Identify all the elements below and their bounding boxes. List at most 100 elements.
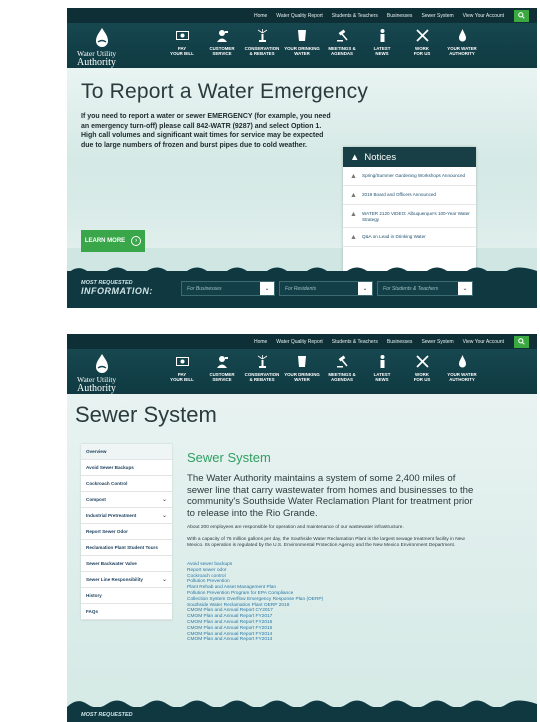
wave-divider [67,267,537,274]
nav-label: Work For Us [413,372,431,382]
top-link-students-teachers[interactable]: Students & Teachers [332,13,378,19]
nav-label: Meetings & Agendas [328,372,356,382]
most-requested-label: MOST REQUESTED [81,712,133,718]
chevron-down-icon: ⌄ [260,282,274,295]
notice-item[interactable]: ▲ 2019 Board and Officers Announced [343,186,476,205]
most-requested-bar: MOST REQUESTED [67,707,537,722]
sidebar-item-history[interactable]: History [81,588,172,604]
nav-customer-service[interactable]: Customer Service [202,349,242,382]
nav-conservation[interactable]: Conservation & Rebates [242,349,282,382]
logo-line-2: Authority [77,57,116,68]
sidebar-item-report-odor[interactable]: Report Sewer Odor [81,524,172,540]
chevron-down-icon: ⌄ [161,577,167,583]
sidebar-item-avoid-backups[interactable]: Avoid Sewer Backups [81,460,172,476]
nav-meetings[interactable]: Meetings & Agendas [322,349,362,382]
sidebar-item-line-responsibility[interactable]: Sewer Line Responsibility ⌄ [81,572,172,588]
resource-link[interactable]: CMOM Plan and Annual Report FY2013 [187,637,477,643]
nav-label: Your Drinking Water [284,372,320,382]
gavel-icon [336,29,348,41]
site-logo[interactable]: Water Utility Authority [67,349,157,394]
top-link-water-quality-report[interactable]: Water Quality Report [276,13,323,19]
news-icon [380,355,384,368]
select-value: For Students & Teachers [383,285,439,292]
tools-icon [415,354,429,368]
notice-item[interactable]: ▲ WATER 2120 VIDEO: Albuquerque's 100-Yea… [343,205,476,229]
nav-label: Your Drinking Water [284,46,320,56]
resource-links: Avoid sewer backups Report sewer odor Co… [187,562,477,643]
nav-work-for-us[interactable]: Work For Us [402,23,442,56]
money-icon [175,356,189,366]
sewer-main-content: Sewer System The Water Authority maintai… [187,450,477,643]
hero-title: To Report a Water Emergency [81,80,369,103]
top-link-home[interactable]: Home [254,13,267,19]
top-link-home[interactable]: Home [254,339,267,345]
tools-icon [415,28,429,42]
nav-latest-news[interactable]: Latest News [362,349,402,382]
nav-pay-bill[interactable]: Pay Your Bill [162,23,202,56]
sidebar-item-overview[interactable]: Overview [81,444,172,460]
site-header: Water Utility Authority Pay Your Bill Cu… [67,23,537,68]
main-nav: Pay Your Bill Customer Service Conservat… [162,349,482,382]
warning-icon: ▲ [350,151,360,163]
nav-pay-bill[interactable]: Pay Your Bill [162,349,202,382]
notice-item[interactable]: ▲ Q&A on Lead in Drinking Water [343,228,476,248]
notice-link[interactable]: 2019 Board and Officers Announced [362,192,436,199]
notice-item[interactable]: ▲ Spring/Summer Gardening Workshops Annou… [343,167,476,186]
sidebar-item-label: Cockroach Control [86,481,128,486]
top-link-water-quality-report[interactable]: Water Quality Report [276,339,323,345]
top-link-businesses[interactable]: Businesses [387,13,413,19]
nav-drinking-water[interactable]: Your Drinking Water [282,23,322,56]
capacity-paragraph: With a capacity of 76 million gallons pe… [187,537,465,548]
chevron-down-icon: ⌄ [161,513,167,519]
nav-customer-service[interactable]: Customer Service [202,23,242,56]
notice-link[interactable]: WATER 2120 VIDEO: Albuquerque's 100-Year… [362,211,470,222]
top-link-students-teachers[interactable]: Students & Teachers [332,339,378,345]
sidebar-item-cockroach-control[interactable]: Cockroach Control [81,476,172,492]
news-icon [380,29,384,42]
sidebar-item-label: Sewer Line Responsibility [86,577,143,582]
nav-drinking-water[interactable]: Your Drinking Water [282,349,322,382]
nav-work-for-us[interactable]: Work For Us [402,349,442,382]
learn-more-button[interactable]: LEARN MORE › [81,230,145,252]
top-link-view-account[interactable]: View Your Account [463,13,504,19]
warning-icon: ▲ [350,192,357,199]
sidebar-item-compost[interactable]: Compost ⌄ [81,492,172,508]
select-value: For Businesses [187,285,222,292]
notices-title: Notices [364,151,397,163]
search-button[interactable] [514,9,529,22]
home-page-screenshot: Home Water Quality Report Students & Tea… [67,8,537,308]
search-button[interactable] [514,335,529,348]
nav-label: Conservation & Rebates [244,46,280,56]
nav-water-authority[interactable]: Your Water Authority [442,23,482,56]
utility-bar: Home Water Quality Report Students & Tea… [67,334,537,349]
select-businesses[interactable]: For Businesses ⌄ [181,281,275,296]
notice-link[interactable]: Q&A on Lead in Drinking Water [362,234,426,241]
select-students-teachers[interactable]: For Students & Teachers ⌄ [377,281,473,296]
top-link-sewer-system[interactable]: Sewer System [421,13,453,19]
notices-header: ▲ Notices [343,147,476,167]
learn-more-label: LEARN MORE [84,238,126,244]
nav-latest-news[interactable]: Latest News [362,23,402,56]
nav-label: Customer Service [209,46,235,56]
hero-banner: To Report a Water Emergency If you need … [67,68,537,308]
nav-water-authority[interactable]: Your Water Authority [442,349,482,382]
top-link-sewer-system[interactable]: Sewer System [421,339,453,345]
most-requested-line-2: INFORMATION: [81,286,153,296]
nav-meetings[interactable]: Meetings & Agendas [322,23,362,56]
top-link-view-account[interactable]: View Your Account [463,339,504,345]
main-nav: Pay Your Bill Customer Service Conservat… [162,23,482,56]
select-residents[interactable]: For Residents ⌄ [279,281,373,296]
sidebar-item-backwater-valve[interactable]: Sewer Backwater Valve [81,556,172,572]
sidebar-item-industrial-pretreatment[interactable]: Industrial Pretreatment ⌄ [81,508,172,524]
nav-conservation[interactable]: Conservation & Rebates [242,23,282,56]
chevron-down-icon: ⌄ [458,282,472,295]
sidebar-item-faqs[interactable]: FAQs [81,604,172,620]
gavel-icon [336,355,348,367]
warning-icon: ▲ [350,234,357,242]
sidebar-item-label: FAQs [86,609,98,614]
sidebar-item-student-tours[interactable]: Reclamation Plant Student Tours [81,540,172,556]
site-logo[interactable]: Water Utility Authority [67,23,157,68]
warning-icon: ▲ [350,173,357,180]
top-link-businesses[interactable]: Businesses [387,339,413,345]
notice-link[interactable]: Spring/Summer Gardening Workshops Announ… [362,173,465,180]
